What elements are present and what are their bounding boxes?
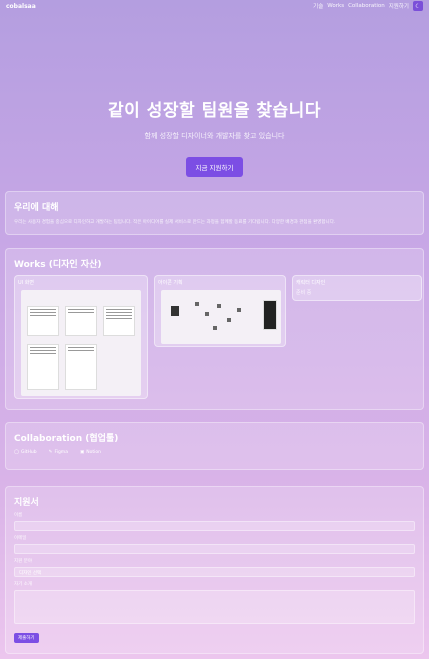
- about-text: 우리는 사용자 경험을 중심으로 디자인하고 개발하는 팀입니다. 작은 아이디…: [14, 220, 336, 225]
- works-title: Works (디자인 자산): [14, 260, 102, 270]
- email-label: 이메일: [14, 536, 27, 541]
- role-label: 지원 분야: [14, 559, 32, 564]
- top-nav: cobalsaa 기술 Works Collaboration 지원하기 ☾: [0, 0, 429, 12]
- submit-button[interactable]: 제출하기: [14, 633, 39, 643]
- notion-icon: ▣: [79, 450, 85, 455]
- work-card-label: 아이콘 기획: [158, 280, 183, 286]
- hero-title: 같이 성장할 팀원을 찾습니다: [108, 101, 321, 121]
- hero-subtitle: 함께 성장할 디자이너와 개발자를 찾고 있습니다: [144, 132, 285, 140]
- github-icon: ◯: [14, 450, 20, 455]
- nav-link-skills[interactable]: 기술: [313, 2, 323, 10]
- name-field[interactable]: [14, 521, 415, 531]
- application-form: 지원서 이름 이메일 지원 분야 디자인 선택 자기 소개 제출하기: [5, 486, 424, 654]
- work-card-label: 캐릭터 디자인: [296, 280, 326, 286]
- nav-link-collab[interactable]: Collaboration: [348, 3, 385, 9]
- name-label: 이름: [14, 513, 23, 518]
- works-section: Works (디자인 자산) UI 화면 아이콘 기획 캐릭터 디자인 준비 중: [5, 248, 424, 410]
- collab-section: Collaboration (협업툴) ◯ GitHub ✎ Figma ▣ Noti…: [5, 422, 424, 470]
- tool-figma[interactable]: ✎ Figma: [49, 450, 68, 455]
- tool-label: Notion: [86, 450, 101, 455]
- email-field[interactable]: [14, 544, 415, 554]
- work-card-ui[interactable]: UI 화면: [14, 275, 148, 399]
- tool-label: GitHub: [21, 450, 37, 455]
- ui-screens-preview: [21, 290, 141, 396]
- tool-notion[interactable]: ▣ Notion: [80, 450, 101, 455]
- about-section: 우리에 대해 우리는 사용자 경험을 중심으로 디자인하고 개발하는 팀입니다.…: [5, 191, 424, 235]
- about-title: 우리에 대해: [14, 203, 59, 213]
- tool-github[interactable]: ◯ GitHub: [14, 450, 37, 455]
- apply-now-button[interactable]: 지금 지원하기: [185, 157, 244, 177]
- nav-link-works[interactable]: Works: [327, 3, 344, 9]
- nav-link-apply[interactable]: 지원하기: [389, 2, 409, 10]
- pen-icon: ✎: [48, 450, 53, 455]
- role-select[interactable]: 디자인 선택: [14, 567, 415, 577]
- site-logo[interactable]: cobalsaa: [6, 3, 36, 10]
- form-title: 지원서: [14, 498, 39, 508]
- tool-label: Figma: [54, 450, 68, 455]
- work-card-status: 준비 중: [296, 290, 312, 296]
- intro-textarea[interactable]: [14, 590, 415, 624]
- icon-plan-preview: [161, 290, 281, 344]
- work-card-character[interactable]: 캐릭터 디자인 준비 중: [292, 275, 422, 301]
- collab-title: Collaboration (협업툴): [14, 434, 119, 444]
- hero-section: 같이 성장할 팀원을 찾습니다 함께 성장할 디자이너와 개발자를 찾고 있습니…: [0, 96, 429, 177]
- collab-tools: ◯ GitHub ✎ Figma ▣ Notion: [14, 450, 415, 455]
- intro-label: 자기 소개: [14, 582, 32, 587]
- nav-links: 기술 Works Collaboration 지원하기 ☾: [313, 1, 423, 11]
- work-card-icons[interactable]: 아이콘 기획: [154, 275, 286, 347]
- work-card-label: UI 화면: [18, 280, 34, 286]
- moon-icon[interactable]: ☾: [413, 1, 423, 11]
